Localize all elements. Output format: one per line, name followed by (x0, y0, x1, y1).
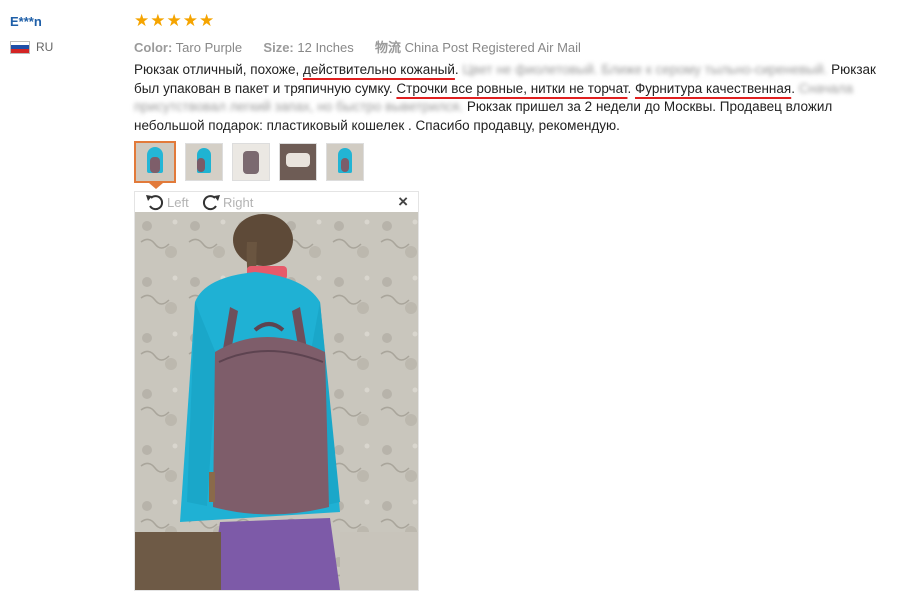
rotate-left-button[interactable]: Left (145, 193, 189, 211)
reviewer-country: RU (10, 40, 53, 54)
thumbnail-4[interactable] (279, 143, 317, 181)
thumbnail-5[interactable] (326, 143, 364, 181)
order-attributes: Color: Taro Purple Size: 12 Inches 物流 Ch… (134, 37, 581, 56)
thumbnail-2[interactable] (185, 143, 223, 181)
viewer-toolbar: Left Right × (135, 192, 418, 212)
color-label: Color: (134, 40, 173, 55)
color-value: Taro Purple (175, 40, 243, 55)
size-value: 12 Inches (297, 40, 354, 55)
selected-thumbnail-pointer (149, 183, 163, 189)
underlined-phrase: Фурнитура качественная (634, 80, 792, 96)
shipping-label: 物流 (375, 40, 402, 55)
close-icon[interactable]: × (398, 192, 408, 212)
star-rating: ★★★★★ (134, 11, 216, 30)
blurred-text: Цвет не фиолетовый. Ближе к серому тыльн… (462, 62, 828, 77)
rotate-right-button[interactable]: Right (201, 193, 253, 211)
photo-viewer: Left Right × (134, 191, 419, 591)
country-code: RU (36, 40, 54, 54)
thumbnail-1[interactable] (134, 141, 176, 183)
shipping-value: China Post Registered Air Mail (404, 40, 581, 55)
size-label: Size: (263, 40, 294, 55)
reviewer-name: E***n (10, 14, 42, 29)
review-photo-thumbnails (134, 141, 364, 183)
rotate-right-icon (202, 195, 220, 211)
review-photo (135, 212, 418, 590)
rotate-left-icon (146, 195, 164, 211)
flag-ru-icon (10, 40, 30, 54)
review-text: Рюкзак отличный, похоже, действительно к… (134, 62, 876, 133)
underlined-phrase: действительно кожаный (302, 62, 455, 77)
thumbnail-3[interactable] (232, 143, 270, 181)
underlined-phrase: Строчки все ровные, нитки не торчат (396, 80, 628, 96)
